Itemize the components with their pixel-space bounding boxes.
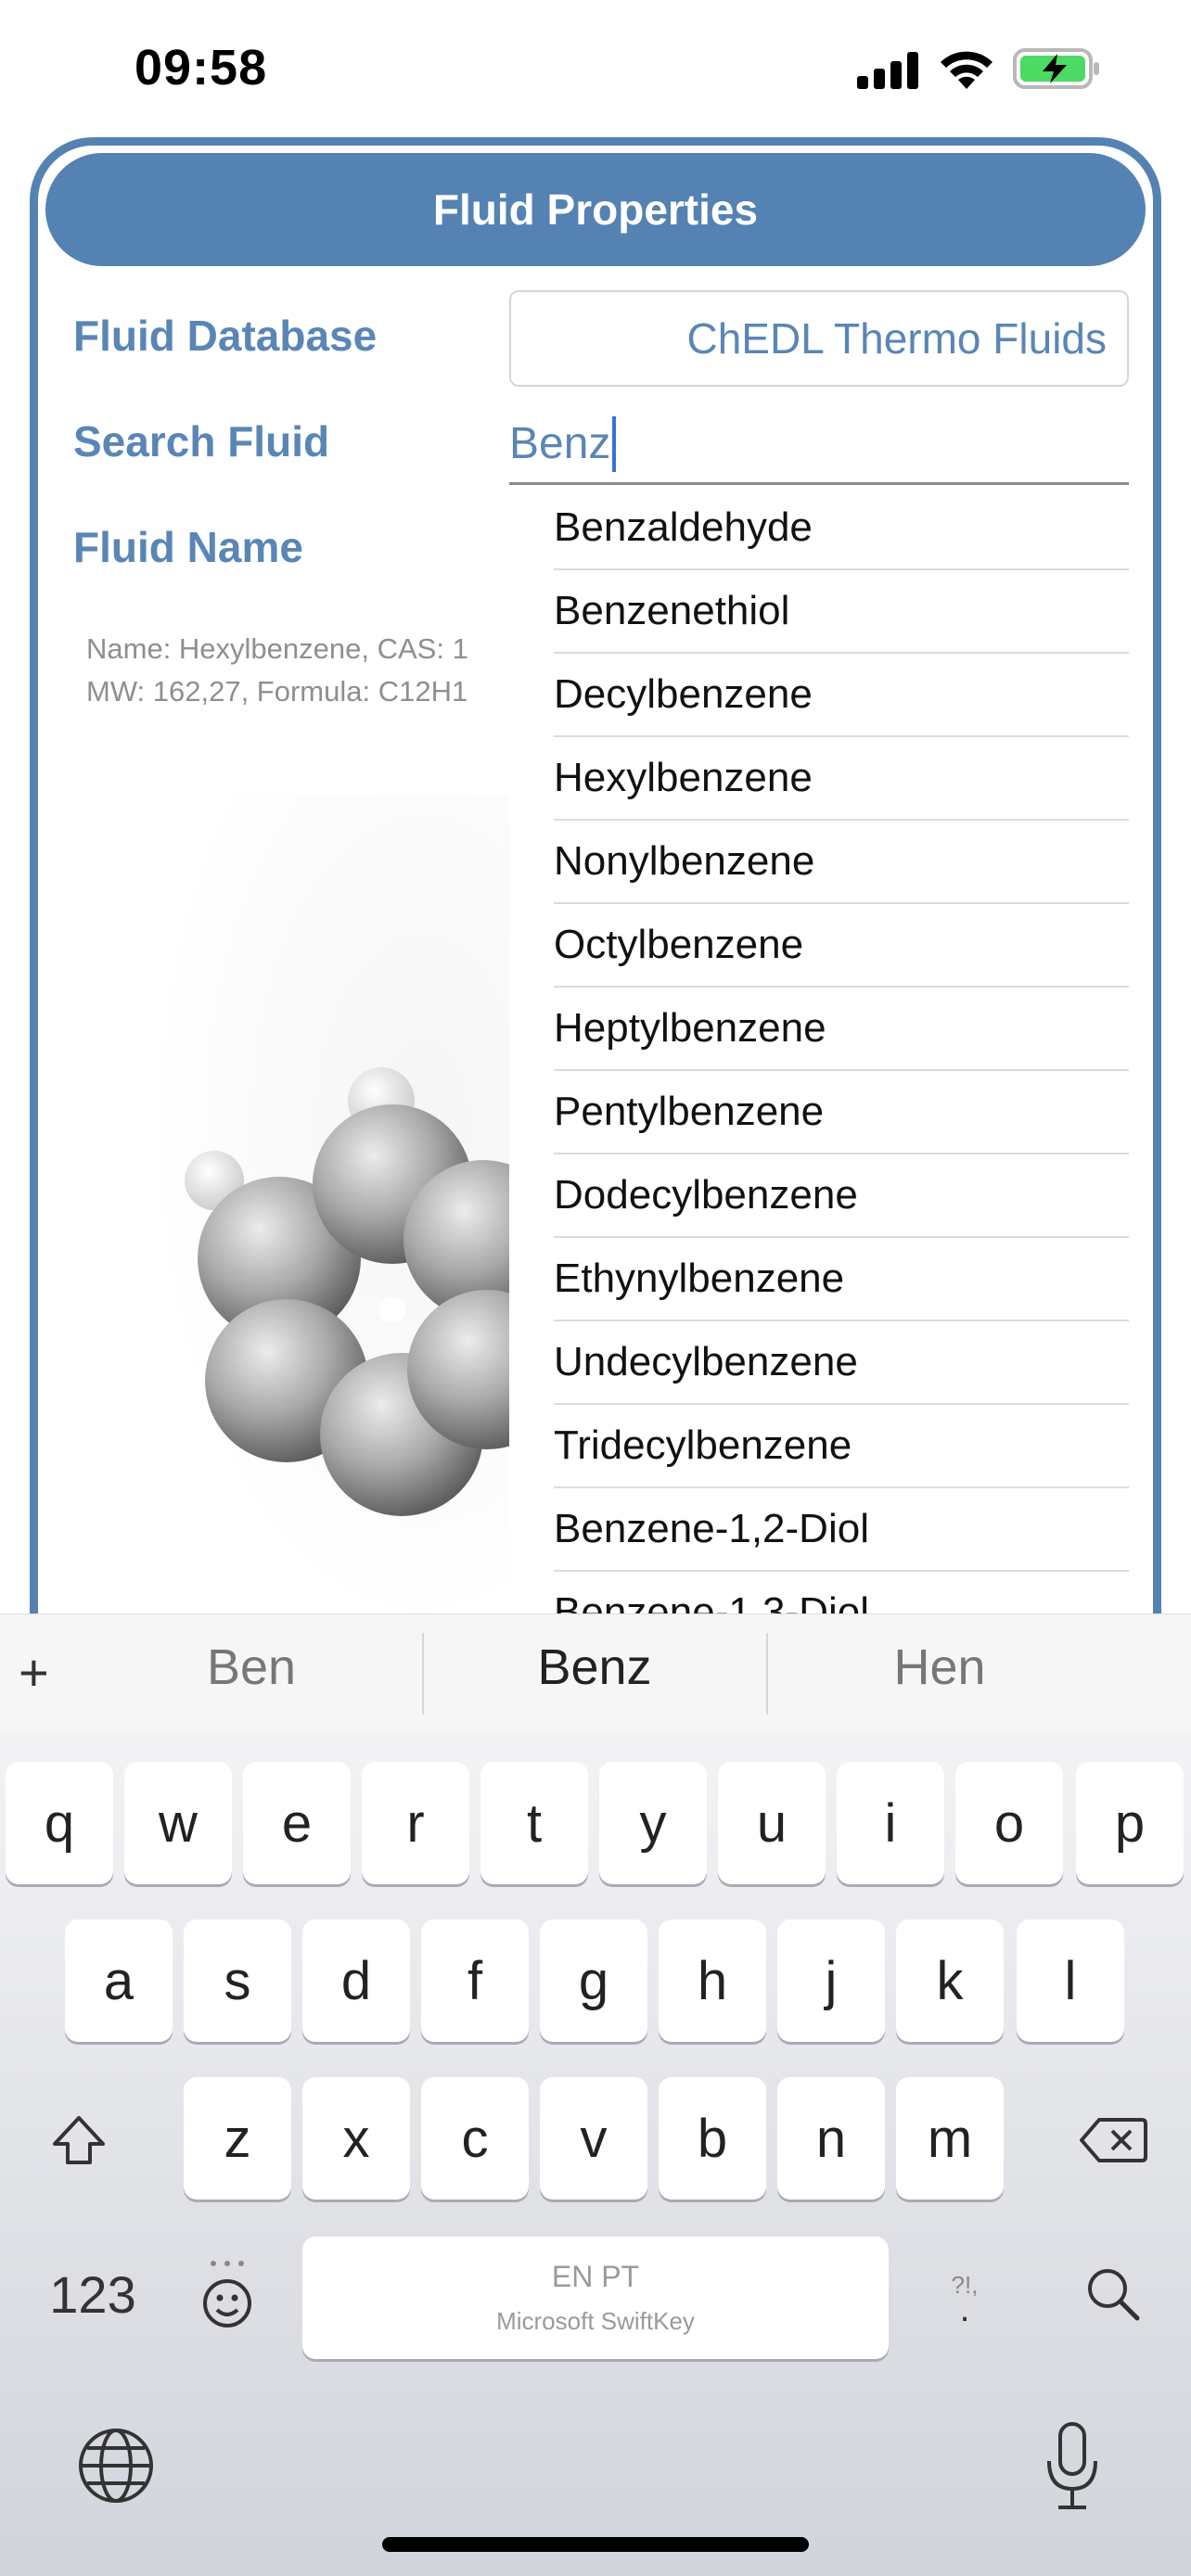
backspace-icon[interactable] <box>1067 2079 1159 2201</box>
suggestion-right[interactable]: Hen <box>768 1639 1111 1696</box>
dropdown-item[interactable]: Ethynylbenzene <box>554 1238 1129 1321</box>
key-c[interactable]: c <box>421 2077 529 2200</box>
key-i[interactable]: i <box>837 1762 944 1884</box>
microphone-icon[interactable] <box>1035 2418 1109 2515</box>
space-language-label: EN PT <box>551 2260 640 2293</box>
search-fluid-label: Search Fluid <box>73 417 330 465</box>
dropdown-item[interactable]: Tridecylbenzene <box>554 1405 1129 1488</box>
key-k[interactable]: k <box>896 1919 1004 2042</box>
key-q[interactable]: q <box>6 1762 113 1884</box>
key-d[interactable]: d <box>302 1919 410 2042</box>
key-p[interactable]: p <box>1076 1762 1184 1884</box>
key-a[interactable]: a <box>65 1919 173 2042</box>
fluid-database-select[interactable]: ChEDL Thermo Fluids <box>509 290 1129 387</box>
keyboard-suggestion-bar: + Ben Benz Hen <box>0 1613 1191 1732</box>
fluid-info-line2: MW: 162,27, Formula: C12H1 <box>86 675 468 708</box>
dropdown-item[interactable]: Pentylbenzene <box>554 1071 1129 1154</box>
suggestion-center[interactable]: Benz <box>423 1639 766 1696</box>
key-f[interactable]: f <box>421 1919 529 2042</box>
search-fluid-value: Benz <box>509 419 611 468</box>
numbers-key[interactable]: 123 <box>37 2233 148 2355</box>
keyboard: q w e r t y u i o p a s d f g h j k l z … <box>0 1732 1191 2576</box>
key-h[interactable]: h <box>659 1919 766 2042</box>
card-title: Fluid Properties <box>432 185 759 234</box>
battery-charging-icon <box>1013 48 1099 89</box>
dropdown-item[interactable]: Undecylbenzene <box>554 1321 1129 1405</box>
fluid-info: Name: Hexylbenzene, CAS: 1 MW: 162,27, F… <box>86 628 468 713</box>
dropdown-item[interactable]: Benzene-1,2-Diol <box>554 1488 1129 1572</box>
key-b[interactable]: b <box>659 2077 766 2200</box>
fluid-database-value: ChEDL Thermo Fluids <box>686 314 1108 363</box>
key-g[interactable]: g <box>540 1919 647 2042</box>
space-key[interactable]: EN PT Microsoft SwiftKey <box>302 2237 889 2359</box>
space-brand-label: Microsoft SwiftKey <box>496 2307 695 2335</box>
key-t[interactable]: t <box>480 1762 588 1884</box>
fluid-database-label: Fluid Database <box>73 312 378 360</box>
key-x[interactable]: x <box>302 2077 410 2200</box>
fluid-properties-card: Fluid Properties Fluid Database ChEDL Th… <box>30 137 1161 1621</box>
fluid-info-line1: Name: Hexylbenzene, CAS: 1 <box>86 632 468 665</box>
dropdown-item[interactable]: Benzenethiol <box>554 570 1129 654</box>
key-n[interactable]: n <box>777 2077 885 2200</box>
dropdown-item[interactable]: Nonylbenzene <box>554 821 1129 904</box>
key-m[interactable]: m <box>896 2077 1004 2200</box>
dropdown-item[interactable]: Heptylbenzene <box>554 988 1129 1071</box>
home-indicator[interactable] <box>382 2537 809 2552</box>
key-l[interactable]: l <box>1017 1919 1124 2042</box>
molecule-image <box>149 795 567 1621</box>
plus-icon[interactable]: + <box>19 1642 49 1702</box>
key-j[interactable]: j <box>777 1919 885 2042</box>
fluid-suggestion-dropdown: Benzaldehyde Benzenethiol Decylbenzene H… <box>509 487 1129 1621</box>
status-time: 09:58 <box>134 40 268 96</box>
text-cursor <box>612 415 617 472</box>
status-bar: 09:58 <box>0 0 1191 139</box>
globe-icon[interactable] <box>74 2424 158 2507</box>
search-icon[interactable] <box>1076 2233 1150 2355</box>
dropdown-item[interactable]: Hexylbenzene <box>554 737 1129 821</box>
key-w[interactable]: w <box>124 1762 232 1884</box>
punctuation-key[interactable]: ?!, . <box>928 2233 1002 2355</box>
key-o[interactable]: o <box>955 1762 1063 1884</box>
punctuation-dot: . <box>959 2288 970 2329</box>
key-v[interactable]: v <box>540 2077 647 2200</box>
wifi-icon <box>941 51 992 89</box>
dropdown-item[interactable]: Decylbenzene <box>554 654 1129 737</box>
key-y[interactable]: y <box>599 1762 707 1884</box>
signal-icon <box>857 52 920 89</box>
suggestion-left[interactable]: Ben <box>80 1639 423 1696</box>
dropdown-item[interactable]: Dodecylbenzene <box>554 1154 1129 1238</box>
key-z[interactable]: z <box>184 2077 291 2200</box>
dropdown-item[interactable]: Benzaldehyde <box>554 487 1129 570</box>
key-u[interactable]: u <box>718 1762 826 1884</box>
emoji-icon[interactable] <box>186 2233 269 2355</box>
key-r[interactable]: r <box>362 1762 469 1884</box>
key-s[interactable]: s <box>184 1919 291 2042</box>
card-header: Fluid Properties <box>45 153 1146 266</box>
key-e[interactable]: e <box>243 1762 351 1884</box>
search-fluid-input[interactable]: Benz <box>509 405 1129 485</box>
shift-icon[interactable] <box>37 2079 121 2201</box>
dropdown-item[interactable]: Octylbenzene <box>554 904 1129 988</box>
fluid-name-label: Fluid Name <box>73 523 303 571</box>
